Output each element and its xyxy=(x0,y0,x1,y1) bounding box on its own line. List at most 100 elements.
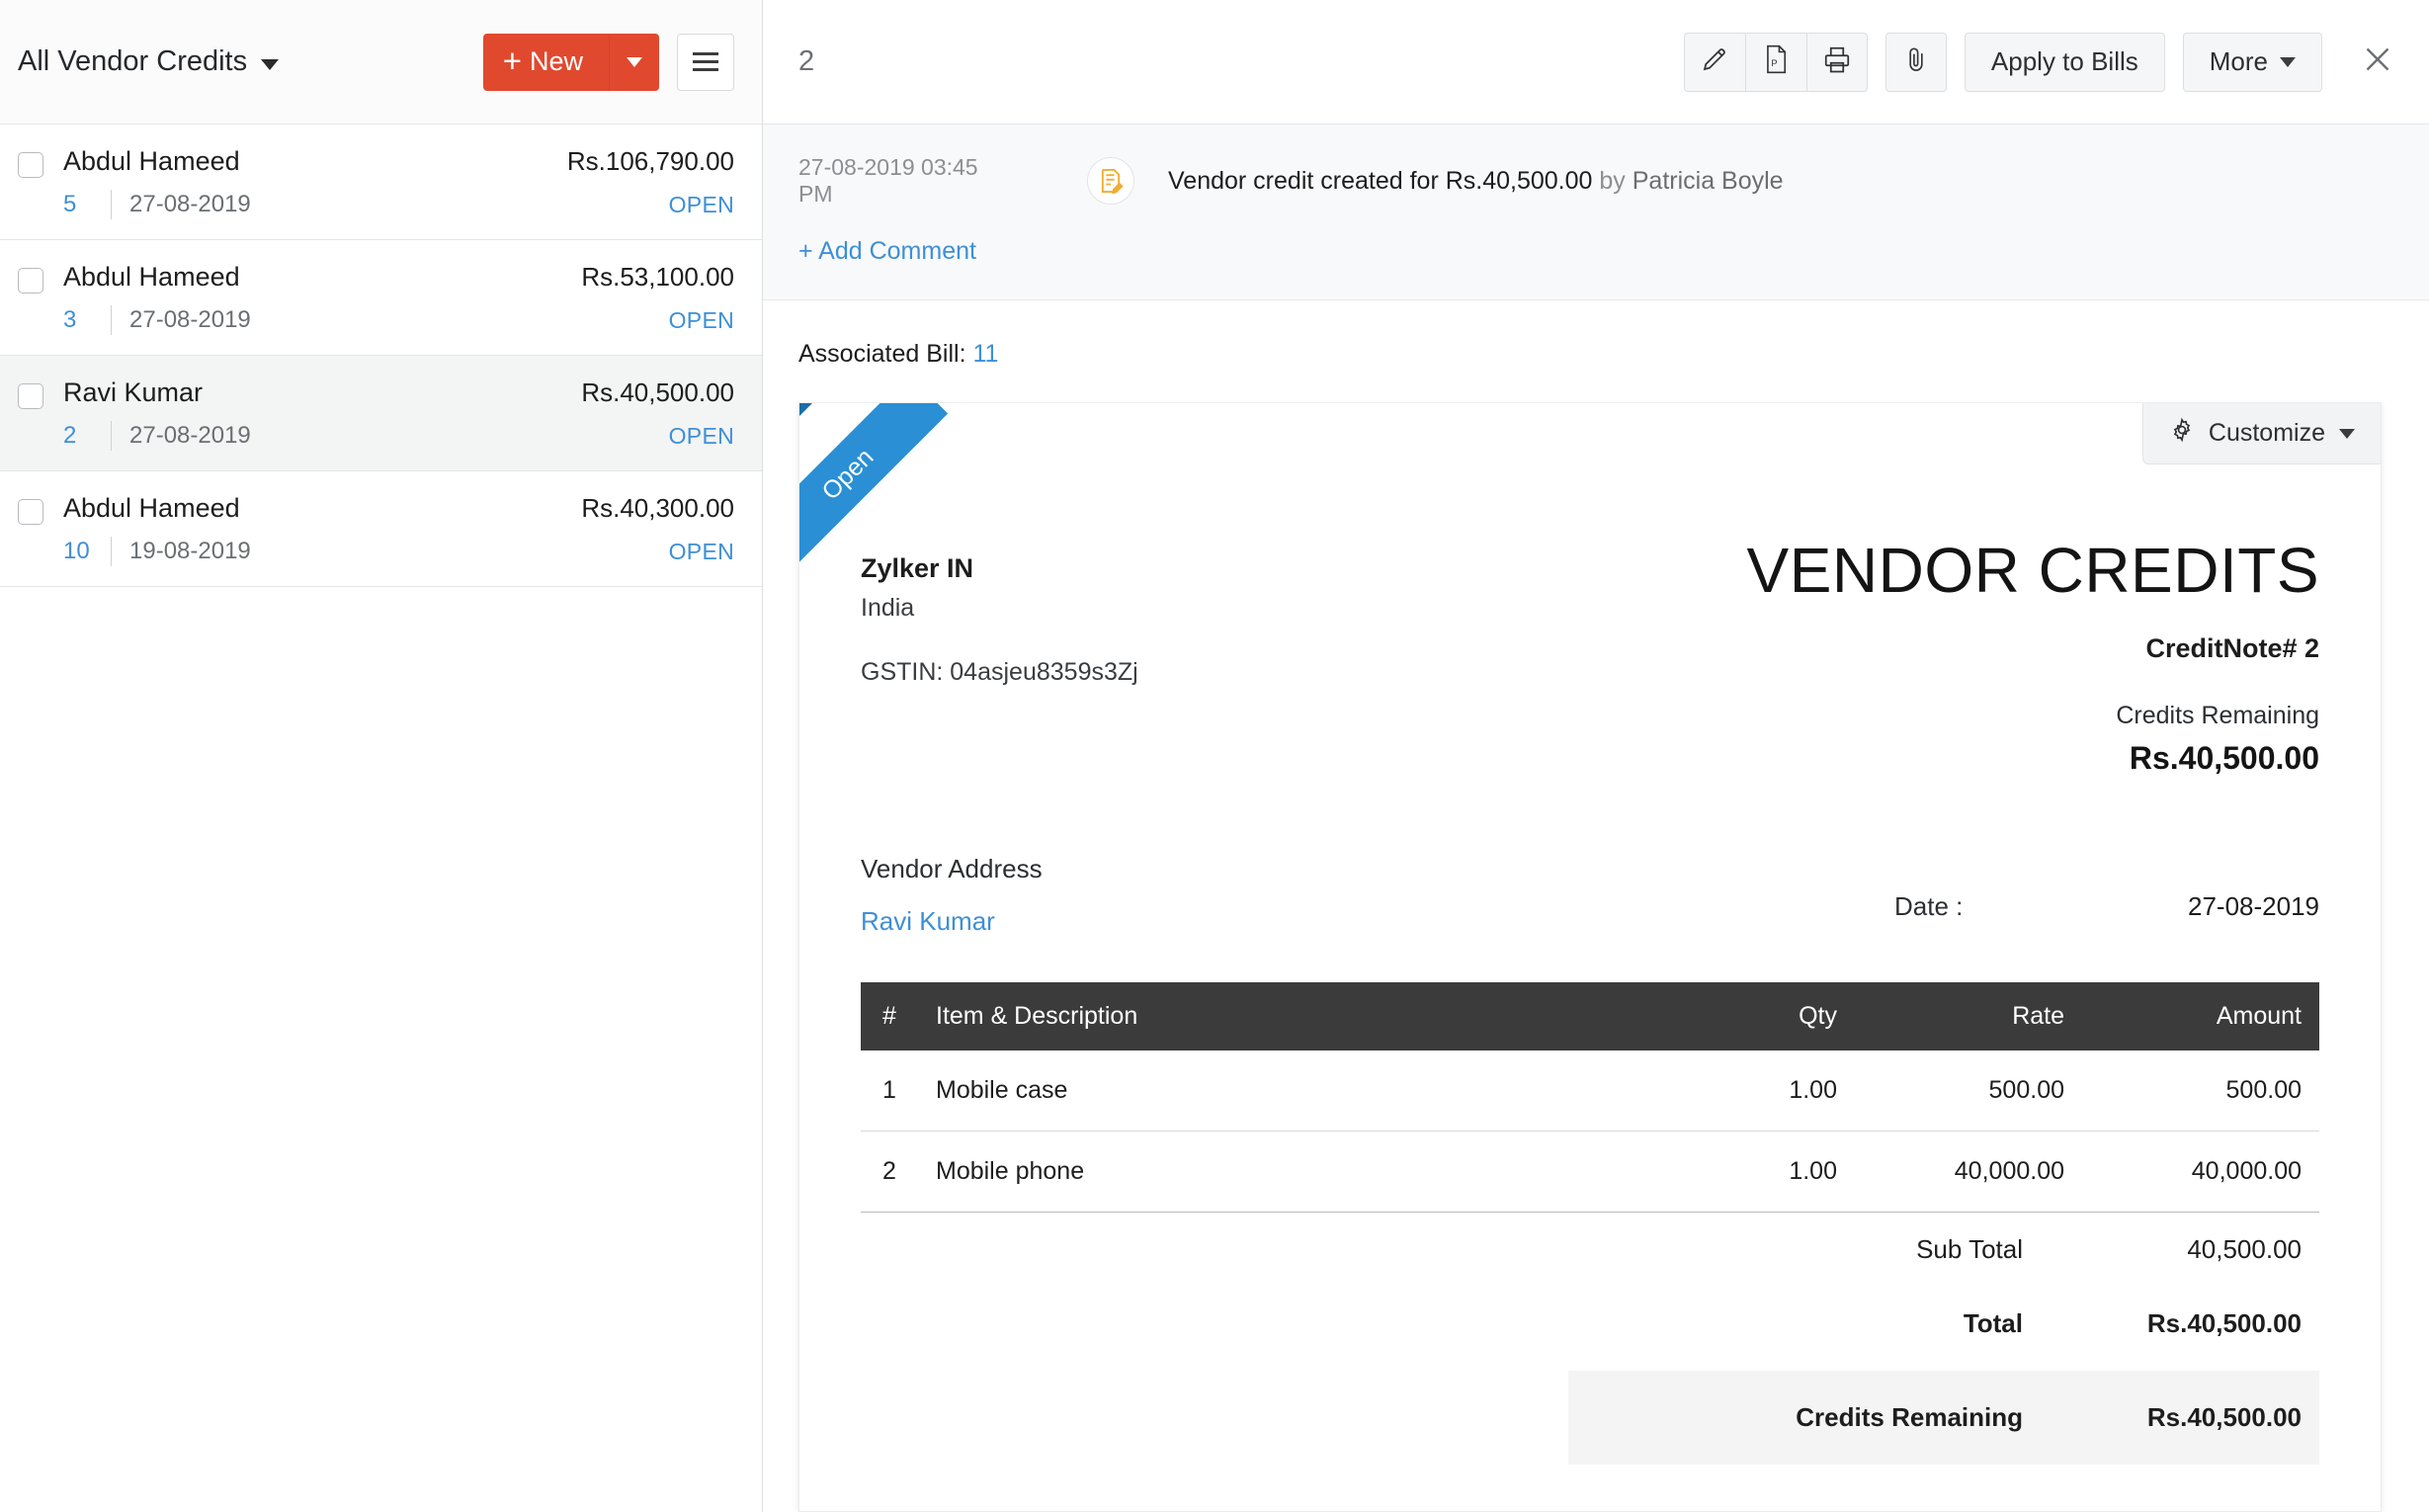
status-badge: OPEN xyxy=(668,191,734,217)
activity-person: Patricia Boyle xyxy=(1632,166,1784,195)
list-item[interactable]: Ravi Kumar Rs.40,500.00 2 27-08-2019 OPEN xyxy=(0,356,762,471)
vendor-name: Ravi Kumar xyxy=(63,378,204,407)
activity-timestamp: 27-08-2019 03:45 PM xyxy=(798,154,978,207)
add-comment-link[interactable]: + Add Comment xyxy=(798,237,976,266)
status-badge: OPEN xyxy=(668,422,734,449)
total-label: Credits Remaining xyxy=(1796,1402,2023,1433)
divider xyxy=(111,305,112,335)
list-item-top-row: Abdul Hameed Rs.53,100.00 xyxy=(18,262,734,294)
total-row: Sub Total 40,500.00 xyxy=(861,1213,2319,1287)
record-number: 2 xyxy=(798,45,815,77)
col-header-qty: Qty xyxy=(1707,982,1855,1051)
attachment-button[interactable] xyxy=(1885,32,1947,92)
list-item-top-row: Abdul Hameed Rs.40,300.00 xyxy=(18,493,734,525)
list-item[interactable]: Abdul Hameed Rs.53,100.00 3 27-08-2019 OPEN xyxy=(0,240,762,356)
list-menu-button[interactable] xyxy=(677,33,734,91)
list-item-top-row: Ravi Kumar Rs.40,500.00 xyxy=(18,378,734,409)
cell-item: Mobile case xyxy=(918,1050,1707,1133)
more-button[interactable]: More xyxy=(2182,32,2322,92)
divider xyxy=(111,421,112,451)
hamburger-icon-bar xyxy=(693,52,718,55)
line-items-header: # Item & Description Qty Rate Amount xyxy=(861,982,2319,1051)
vendor-credit-document: Open Customize Zylker IN India GSTIN: 04… xyxy=(798,402,2382,1512)
list-item-bottom-row: 5 27-08-2019 OPEN xyxy=(18,190,734,219)
list-item-bottom-row: 2 27-08-2019 OPEN xyxy=(18,421,734,451)
credit-amount: Rs.40,500.00 xyxy=(581,378,734,407)
vendor-address-label: Vendor Address xyxy=(861,854,1043,884)
line-items-table: # Item & Description Qty Rate Amount 1 Mo… xyxy=(861,982,2319,1214)
associated-bill: Associated Bill: 11 xyxy=(763,300,2429,402)
apply-to-bills-label: Apply to Bills xyxy=(1990,46,2138,76)
total-row: Total Rs.40,500.00 xyxy=(861,1287,2319,1361)
document-preview-wrapper: Open Customize Zylker IN India GSTIN: 04… xyxy=(763,402,2429,1512)
associated-bill-link[interactable]: 11 xyxy=(972,340,998,368)
col-header-amount: Amount xyxy=(2082,982,2319,1051)
row-checkbox[interactable] xyxy=(18,383,43,409)
chevron-down-icon xyxy=(2339,428,2355,439)
new-dropdown-button[interactable] xyxy=(610,33,659,91)
credit-number-link[interactable]: 3 xyxy=(63,306,93,334)
line-items-body: 1 Mobile case 1.00 500.00 500.00 2 Mobile phon… xyxy=(861,1050,2319,1214)
ribbon-fold xyxy=(799,403,812,416)
organization-country: India xyxy=(861,594,915,622)
list-view-selector[interactable]: All Vendor Credits xyxy=(18,45,280,78)
customize-button[interactable]: Customize xyxy=(2141,403,2381,464)
paperclip-icon xyxy=(1902,44,1930,79)
cell-index: 1 xyxy=(861,1050,918,1133)
credits-remaining-label: Credits Remaining xyxy=(2116,702,2319,730)
new-button[interactable]: + New xyxy=(482,33,610,91)
chevron-down-icon xyxy=(2280,56,2296,67)
associated-bill-label: Associated Bill: xyxy=(798,340,973,368)
pdf-button[interactable]: P xyxy=(1744,32,1806,92)
vendor-credits-list-pane: All Vendor Credits + New Abdul Hameed Rs… xyxy=(0,0,763,1512)
totals-section: Sub Total 40,500.00 Total Rs.40,500.00 Credi… xyxy=(861,1213,2319,1466)
cell-amount: 40,000.00 xyxy=(2082,1131,2319,1214)
credit-number-link[interactable]: 2 xyxy=(63,422,93,450)
svg-text:P: P xyxy=(1772,58,1778,68)
vendor-name-link[interactable]: Ravi Kumar xyxy=(861,906,1043,937)
cell-item: Mobile phone xyxy=(918,1131,1707,1214)
list-header: All Vendor Credits + New xyxy=(0,0,762,125)
activity-by-text: by xyxy=(1592,166,1633,195)
pdf-file-icon: P xyxy=(1762,44,1790,79)
new-button-group: + New xyxy=(482,33,659,91)
table-row: 2 Mobile phone 1.00 40,000.00 40,000.00 xyxy=(861,1131,2319,1214)
cell-qty: 1.00 xyxy=(1707,1050,1855,1133)
document-header-row: Zylker IN India GSTIN: 04asjeu8359s3Zj V… xyxy=(861,537,2319,777)
credit-number-link[interactable]: 5 xyxy=(63,191,93,218)
credit-number-link[interactable]: 10 xyxy=(63,538,93,565)
list-item[interactable]: Abdul Hameed Rs.40,300.00 10 19-08-2019 OPEN xyxy=(0,471,762,587)
customize-label: Customize xyxy=(2208,419,2325,447)
vendor-name: Abdul Hameed xyxy=(63,146,240,176)
more-label: More xyxy=(2209,46,2268,76)
table-row: 1 Mobile case 1.00 500.00 500.00 xyxy=(861,1050,2319,1133)
plus-icon: + xyxy=(502,42,522,79)
row-checkbox[interactable] xyxy=(18,268,43,294)
total-value: Rs.40,500.00 xyxy=(2146,1308,2302,1339)
print-button[interactable] xyxy=(1805,32,1868,92)
credit-amount: Rs.40,300.00 xyxy=(581,493,734,523)
row-checkbox[interactable] xyxy=(18,499,43,525)
cell-rate: 40,000.00 xyxy=(1855,1131,2082,1214)
table-header-row: # Item & Description Qty Rate Amount xyxy=(861,982,2319,1051)
credit-amount: Rs.53,100.00 xyxy=(581,262,734,292)
credit-amount: Rs.106,790.00 xyxy=(566,146,734,176)
col-header-rate: Rate xyxy=(1855,982,2082,1051)
cell-rate: 500.00 xyxy=(1855,1050,2082,1133)
list-item[interactable]: Abdul Hameed Rs.106,790.00 5 27-08-2019 OPEN xyxy=(0,125,762,240)
organization-block: Zylker IN India GSTIN: 04asjeu8359s3Zj xyxy=(861,538,1138,777)
edit-button[interactable] xyxy=(1683,32,1745,92)
apply-to-bills-button[interactable]: Apply to Bills xyxy=(1964,32,2165,92)
close-button[interactable] xyxy=(2350,35,2405,90)
organization-gstin: GSTIN: 04asjeu8359s3Zj xyxy=(861,658,1138,686)
vendor-address-block: Vendor Address Ravi Kumar xyxy=(861,854,1043,937)
pencil-icon xyxy=(1700,44,1729,79)
activity-strip: 27-08-2019 03:45 PM Vendor credit create… xyxy=(763,125,2429,300)
activity-note-icon xyxy=(1087,157,1134,205)
detail-toolbar: P Apply to Bills More xyxy=(1683,32,2405,92)
row-checkbox[interactable] xyxy=(18,152,43,178)
cell-index: 2 xyxy=(861,1131,918,1214)
list-item-bottom-row: 10 19-08-2019 OPEN xyxy=(18,537,734,566)
total-label: Sub Total xyxy=(1916,1234,2023,1265)
list-item-top-row: Abdul Hameed Rs.106,790.00 xyxy=(18,146,734,178)
